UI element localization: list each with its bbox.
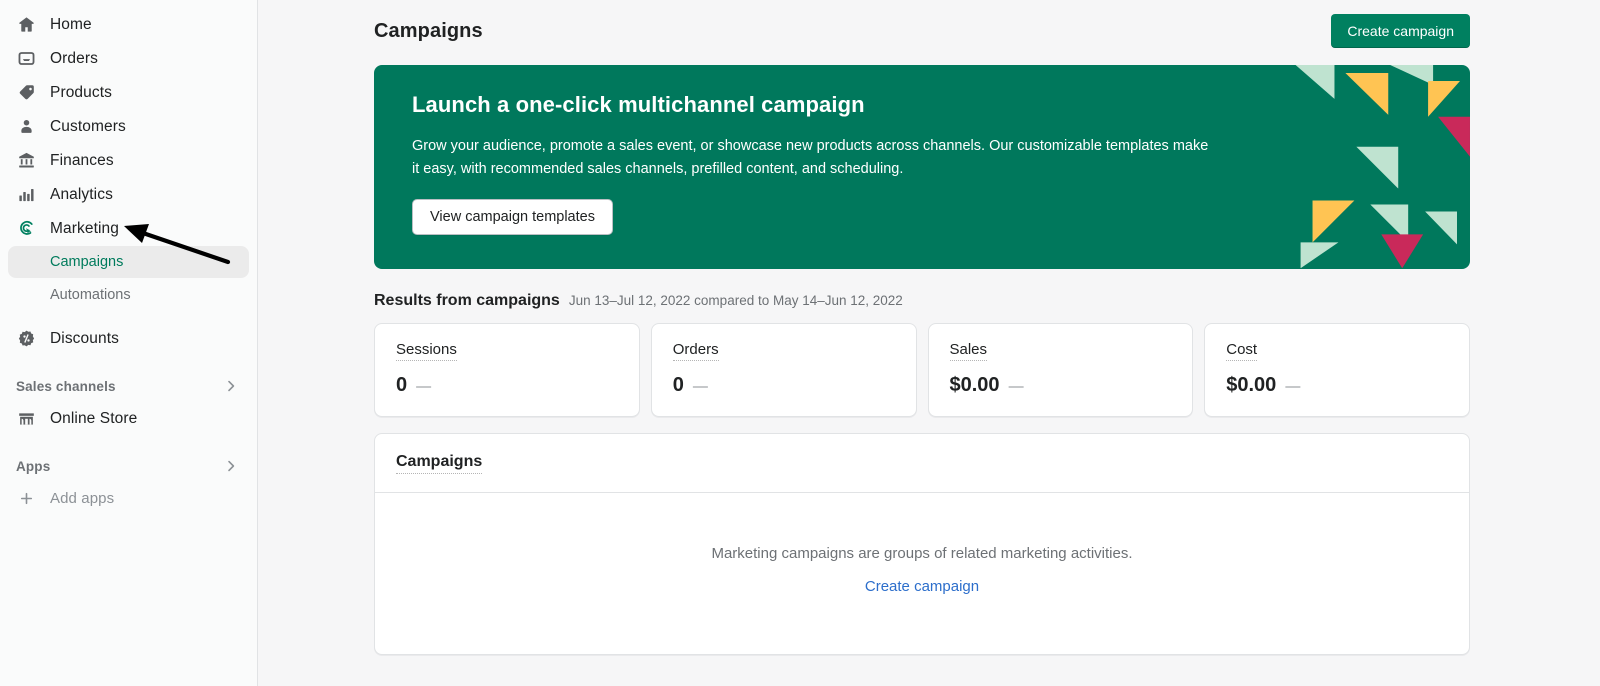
sidebar-item-label: Orders bbox=[50, 50, 98, 68]
main-content: Campaigns Create campaign bbox=[258, 0, 1600, 686]
sidebar-spacer bbox=[0, 312, 257, 322]
sidebar-item-label: Finances bbox=[50, 152, 114, 170]
section-label: Sales channels bbox=[16, 379, 116, 394]
sidebar-item-label: Customers bbox=[50, 118, 126, 136]
sidebar-navigation: Home Orders Products Customers Finances bbox=[0, 0, 258, 686]
metric-label[interactable]: Orders bbox=[673, 341, 719, 361]
metric-delta: — bbox=[1285, 378, 1300, 395]
sidebar-item-automations[interactable]: Automations bbox=[8, 279, 249, 311]
sidebar-subitem-label: Automations bbox=[50, 287, 131, 303]
results-title: Results from campaigns bbox=[374, 292, 560, 310]
metric-value: $0.00 bbox=[1226, 374, 1276, 397]
metric-delta: — bbox=[693, 378, 708, 395]
metric-value-row: 0 — bbox=[396, 374, 618, 397]
sidebar-item-marketing[interactable]: Marketing bbox=[8, 212, 249, 245]
sidebar-item-campaigns[interactable]: Campaigns bbox=[8, 246, 249, 278]
sidebar-item-products[interactable]: Products bbox=[8, 76, 249, 109]
results-header: Results from campaigns Jun 13–Jul 12, 20… bbox=[374, 292, 1470, 310]
empty-state-text: Marketing campaigns are groups of relate… bbox=[395, 545, 1449, 562]
section-label: Apps bbox=[16, 459, 50, 474]
sidebar-item-label: Products bbox=[50, 84, 112, 102]
metric-delta: — bbox=[1009, 378, 1024, 395]
page-title: Campaigns bbox=[374, 20, 483, 43]
page-header: Campaigns Create campaign bbox=[258, 0, 1600, 48]
sidebar-item-label: Marketing bbox=[50, 220, 119, 238]
sidebar-item-label: Add apps bbox=[50, 490, 114, 507]
sidebar-item-label: Discounts bbox=[50, 330, 119, 348]
sidebar-item-customers[interactable]: Customers bbox=[8, 110, 249, 143]
sidebar-item-discounts[interactable]: Discounts bbox=[8, 322, 249, 355]
metric-value: 0 bbox=[673, 374, 684, 397]
metric-value: $0.00 bbox=[950, 374, 1000, 397]
metric-card-sales[interactable]: Sales $0.00 — bbox=[928, 323, 1194, 417]
metric-value: 0 bbox=[396, 374, 407, 397]
banner-title: Launch a one-click multichannel campaign bbox=[412, 92, 1432, 118]
orders-inbox-icon bbox=[16, 49, 36, 69]
storefront-icon bbox=[16, 409, 36, 429]
home-icon bbox=[16, 15, 36, 35]
product-tag-icon bbox=[16, 83, 36, 103]
sidebar-item-add-apps[interactable]: Add apps bbox=[8, 482, 249, 515]
person-icon bbox=[16, 117, 36, 137]
sidebar-item-label: Home bbox=[50, 16, 92, 34]
sidebar-item-label: Online Store bbox=[50, 410, 137, 428]
campaigns-empty-state: Marketing campaigns are groups of relate… bbox=[375, 493, 1469, 654]
results-date-range: Jun 13–Jul 12, 2022 compared to May 14–J… bbox=[569, 293, 903, 308]
plus-icon bbox=[16, 489, 36, 509]
sidebar-spacer bbox=[0, 356, 257, 366]
chevron-right-icon[interactable] bbox=[223, 378, 239, 394]
promo-banner: Launch a one-click multichannel campaign… bbox=[374, 65, 1470, 269]
content-column: Launch a one-click multichannel campaign… bbox=[258, 65, 1600, 655]
metric-value-row: 0 — bbox=[673, 374, 895, 397]
bar-chart-icon bbox=[16, 185, 36, 205]
sidebar-item-online-store[interactable]: Online Store bbox=[8, 402, 249, 435]
app-root: Home Orders Products Customers Finances bbox=[0, 0, 1600, 686]
metric-card-cost[interactable]: Cost $0.00 — bbox=[1204, 323, 1470, 417]
sidebar-item-orders[interactable]: Orders bbox=[8, 42, 249, 75]
campaigns-card-header: Campaigns bbox=[375, 434, 1469, 493]
sidebar-item-home[interactable]: Home bbox=[8, 8, 249, 41]
campaigns-card-title[interactable]: Campaigns bbox=[396, 453, 482, 474]
bank-icon bbox=[16, 151, 36, 171]
banner-content: Launch a one-click multichannel campaign… bbox=[374, 65, 1470, 235]
campaigns-card: Campaigns Marketing campaigns are groups… bbox=[374, 433, 1470, 655]
sidebar-section-sales-channels[interactable]: Sales channels bbox=[8, 372, 249, 400]
metric-delta: — bbox=[416, 378, 431, 395]
metric-card-orders[interactable]: Orders 0 — bbox=[651, 323, 917, 417]
sidebar-spacer bbox=[0, 436, 257, 446]
metric-label[interactable]: Cost bbox=[1226, 341, 1257, 361]
metric-value-row: $0.00 — bbox=[950, 374, 1172, 397]
sidebar-item-finances[interactable]: Finances bbox=[8, 144, 249, 177]
metric-label[interactable]: Sales bbox=[950, 341, 988, 361]
sidebar-subitem-label: Campaigns bbox=[50, 254, 123, 270]
chevron-right-icon[interactable] bbox=[223, 458, 239, 474]
banner-description: Grow your audience, promote a sales even… bbox=[412, 135, 1212, 181]
discount-percent-icon bbox=[16, 329, 36, 349]
sidebar-item-label: Analytics bbox=[50, 186, 113, 204]
create-campaign-button[interactable]: Create campaign bbox=[1331, 14, 1470, 48]
metrics-row: Sessions 0 — Orders 0 — Sales bbox=[374, 323, 1470, 417]
metric-value-row: $0.00 — bbox=[1226, 374, 1448, 397]
metric-label[interactable]: Sessions bbox=[396, 341, 457, 361]
sidebar-section-apps[interactable]: Apps bbox=[8, 452, 249, 480]
sidebar-item-analytics[interactable]: Analytics bbox=[8, 178, 249, 211]
create-campaign-link[interactable]: Create campaign bbox=[865, 578, 979, 595]
marketing-target-icon bbox=[16, 219, 36, 239]
view-campaign-templates-button[interactable]: View campaign templates bbox=[412, 199, 613, 235]
metric-card-sessions[interactable]: Sessions 0 — bbox=[374, 323, 640, 417]
